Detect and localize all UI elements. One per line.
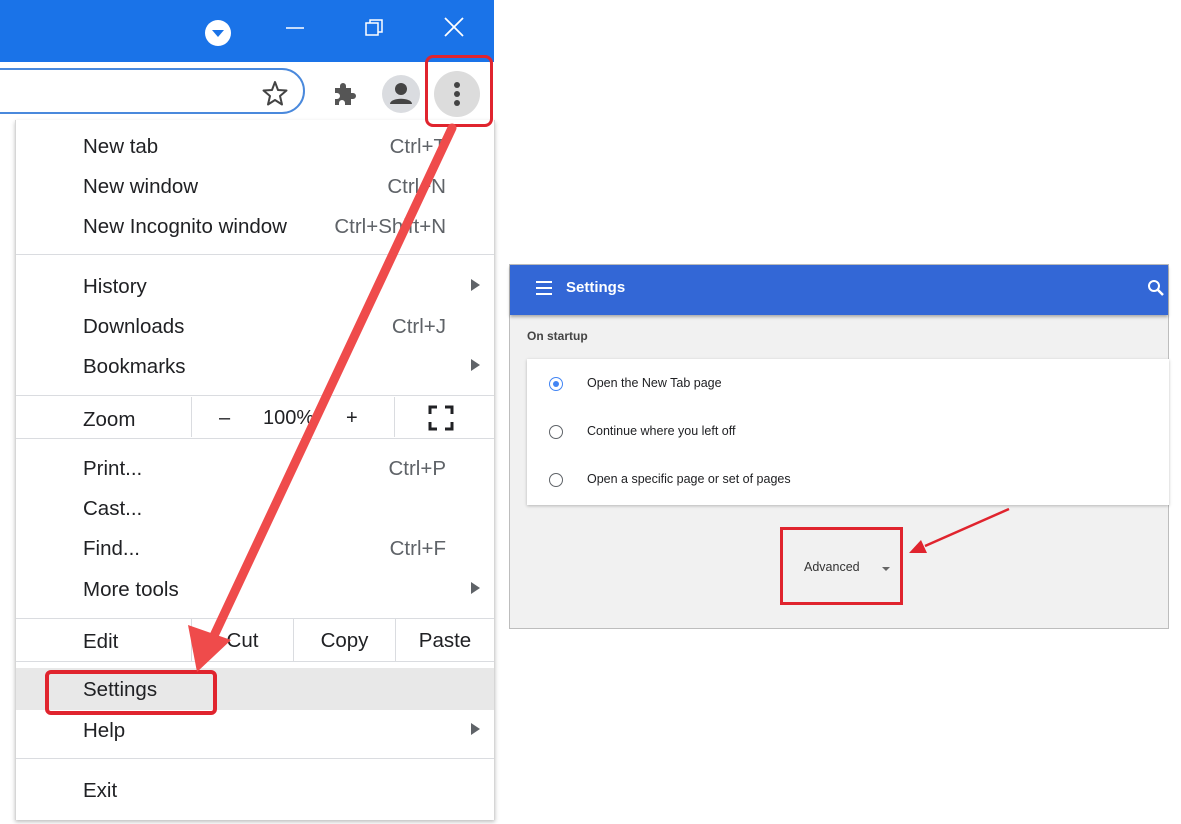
submenu-arrow-icon bbox=[471, 723, 480, 735]
option-continue-where-left-off[interactable]: Continue where you left off bbox=[587, 424, 735, 438]
shortcut-new-incognito: Ctrl+Shift+N bbox=[334, 215, 446, 238]
option-open-specific-pages[interactable]: Open a specific page or set of pages bbox=[587, 472, 791, 486]
menu-item-more-tools[interactable]: More tools bbox=[83, 578, 179, 602]
menu-item-print[interactable]: Print... bbox=[83, 457, 142, 481]
shortcut-print: Ctrl+P bbox=[388, 457, 446, 480]
menu-item-help[interactable]: Help bbox=[83, 719, 125, 743]
menu-item-new-tab[interactable]: New tab bbox=[83, 135, 158, 159]
radio-icon[interactable] bbox=[549, 425, 563, 439]
cut-button[interactable]: Cut bbox=[192, 629, 293, 653]
submenu-arrow-icon bbox=[471, 582, 480, 594]
zoom-divider bbox=[394, 397, 395, 437]
menu-divider bbox=[16, 618, 494, 619]
kebab-highlight-box bbox=[425, 55, 493, 127]
chevron-down-icon[interactable] bbox=[205, 20, 231, 46]
menu-item-cast[interactable]: Cast... bbox=[83, 497, 142, 521]
shortcut-downloads: Ctrl+J bbox=[391, 315, 446, 338]
settings-title: Settings bbox=[566, 279, 626, 296]
close-icon[interactable] bbox=[440, 14, 470, 44]
menu-item-history[interactable]: History bbox=[83, 275, 147, 299]
star-icon[interactable] bbox=[260, 78, 290, 108]
profile-icon[interactable] bbox=[382, 75, 420, 113]
title-bar bbox=[0, 0, 494, 62]
copy-button[interactable]: Copy bbox=[294, 629, 395, 653]
shortcut-new-tab: Ctrl+T bbox=[389, 135, 446, 158]
submenu-arrow-icon bbox=[471, 359, 480, 371]
startup-options-card: Open the New Tab page Continue where you… bbox=[527, 359, 1169, 505]
extensions-icon[interactable] bbox=[329, 78, 361, 110]
zoom-divider bbox=[191, 397, 192, 437]
menu-divider bbox=[16, 661, 494, 662]
submenu-arrow-icon bbox=[471, 279, 480, 291]
menu-item-find[interactable]: Find... bbox=[83, 537, 140, 561]
option-open-new-tab[interactable]: Open the New Tab page bbox=[587, 376, 722, 390]
chrome-main-menu: New tab Ctrl+T New window Ctrl+N New Inc… bbox=[15, 120, 495, 820]
paste-button[interactable]: Paste bbox=[396, 629, 494, 653]
section-title-on-startup: On startup bbox=[527, 329, 588, 343]
menu-item-bookmarks[interactable]: Bookmarks bbox=[83, 355, 186, 379]
zoom-level: 100% bbox=[263, 407, 315, 429]
menu-item-new-window[interactable]: New window bbox=[83, 175, 198, 199]
menu-divider bbox=[16, 438, 494, 439]
zoom-in-button[interactable]: + bbox=[346, 407, 358, 430]
hamburger-icon[interactable] bbox=[536, 281, 552, 295]
search-icon[interactable] bbox=[1147, 279, 1165, 297]
shortcut-new-window: Ctrl+N bbox=[387, 175, 446, 198]
restore-icon[interactable] bbox=[359, 14, 389, 44]
settings-header: Settings bbox=[510, 265, 1168, 315]
menu-item-edit: Edit bbox=[83, 630, 119, 653]
menu-divider bbox=[16, 395, 494, 396]
settings-highlight-box bbox=[45, 670, 217, 715]
menu-item-exit[interactable]: Exit bbox=[83, 779, 117, 803]
menu-item-zoom: Zoom bbox=[83, 408, 136, 431]
menu-item-downloads[interactable]: Downloads bbox=[83, 315, 184, 339]
radio-icon[interactable] bbox=[549, 473, 563, 487]
zoom-out-button[interactable]: – bbox=[219, 407, 230, 430]
menu-item-new-incognito-window[interactable]: New Incognito window bbox=[83, 215, 287, 239]
minimize-icon[interactable] bbox=[280, 14, 310, 44]
menu-divider bbox=[16, 758, 494, 759]
menu-divider bbox=[16, 254, 494, 255]
fullscreen-icon[interactable] bbox=[428, 405, 454, 431]
shortcut-find: Ctrl+F bbox=[389, 537, 446, 560]
radio-icon[interactable] bbox=[549, 377, 563, 391]
advanced-highlight-box bbox=[780, 527, 903, 605]
